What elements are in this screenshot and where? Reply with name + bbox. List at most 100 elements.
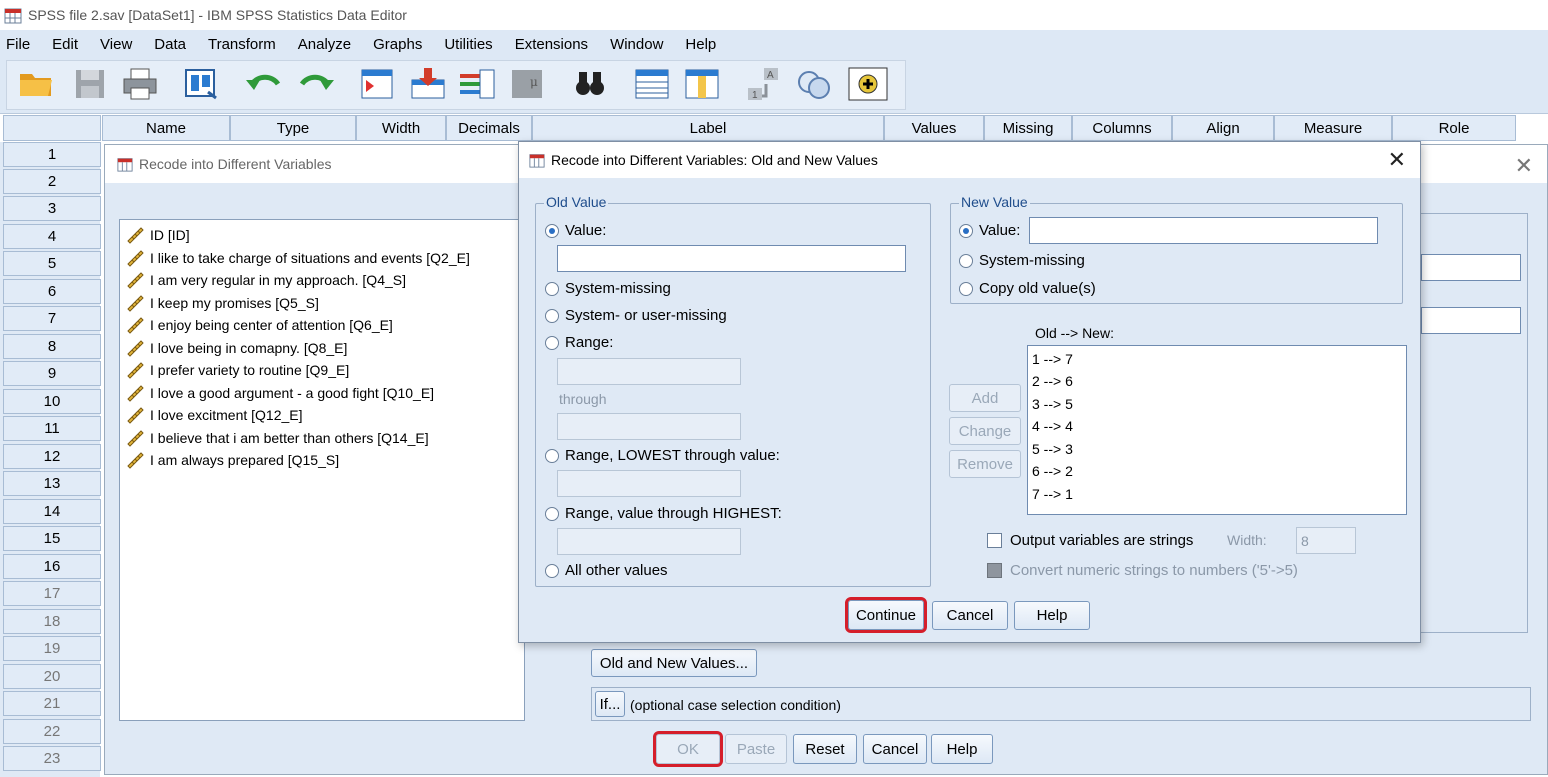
insert-variable-icon[interactable]	[682, 66, 722, 102]
old-new-mapping-list[interactable]: 1 --> 7 2 --> 6 3 --> 5 4 --> 4 5 --> 3 …	[1027, 345, 1407, 515]
menu-help[interactable]: Help	[674, 36, 727, 53]
row-header[interactable]: 22	[3, 719, 101, 744]
column-header-columns[interactable]: Columns	[1072, 115, 1172, 141]
value-labels-icon[interactable]	[794, 66, 834, 102]
column-header-decimals[interactable]: Decimals	[446, 115, 532, 141]
insert-cases-icon[interactable]	[632, 66, 672, 102]
row-header[interactable]: 8	[3, 334, 101, 359]
output-name-input[interactable]	[1421, 254, 1521, 281]
list-item[interactable]: 3 --> 5	[1032, 396, 1073, 412]
row-header[interactable]: 15	[3, 526, 101, 551]
help-button[interactable]: Help	[1014, 601, 1090, 630]
range-highest-input[interactable]	[557, 528, 741, 555]
row-header[interactable]: 23	[3, 746, 101, 771]
menu-view[interactable]: View	[89, 36, 143, 53]
list-item[interactable]: I love being in comapny. [Q8_E]	[126, 337, 347, 359]
row-header[interactable]: 12	[3, 444, 101, 469]
column-header-align[interactable]: Align	[1172, 115, 1274, 141]
find-icon[interactable]	[570, 66, 610, 102]
column-header-values[interactable]: Values	[884, 115, 984, 141]
list-item[interactable]: I like to take charge of situations and …	[126, 247, 470, 269]
list-item[interactable]: 1 --> 7	[1032, 351, 1073, 367]
row-header[interactable]: 14	[3, 499, 101, 524]
convert-numeric-checkbox[interactable]: Convert numeric strings to numbers ('5'-…	[987, 562, 1298, 579]
old-value-input[interactable]	[557, 245, 906, 272]
row-header[interactable]: 16	[3, 554, 101, 579]
list-item[interactable]: I am always prepared [Q15_S]	[126, 449, 339, 471]
close-icon[interactable]: ✕	[1515, 153, 1533, 179]
range-to-input[interactable]	[557, 413, 741, 440]
row-header[interactable]: 6	[3, 279, 101, 304]
column-header-width[interactable]: Width	[356, 115, 446, 141]
row-header[interactable]: 3	[3, 196, 101, 221]
range-lowest-input[interactable]	[557, 470, 741, 497]
ok-button[interactable]: OK	[653, 731, 723, 767]
row-header[interactable]: 19	[3, 636, 101, 661]
new-value-input[interactable]	[1029, 217, 1378, 244]
row-header[interactable]: 20	[3, 664, 101, 689]
close-icon[interactable]: ✕	[1388, 147, 1406, 173]
help-button[interactable]: Help	[931, 734, 993, 764]
menu-file[interactable]: File	[0, 36, 41, 53]
cancel-button[interactable]: Cancel	[863, 734, 927, 764]
change-button[interactable]: Change	[949, 417, 1021, 445]
continue-button[interactable]: Continue	[845, 597, 927, 633]
run-descriptives-icon[interactable]: μ	[508, 66, 548, 102]
range-from-input[interactable]	[557, 358, 741, 385]
redo-icon[interactable]	[296, 66, 336, 102]
reset-button[interactable]: Reset	[793, 734, 857, 764]
print-icon[interactable]	[120, 66, 160, 102]
list-item[interactable]: I believe that i am better than others […	[126, 427, 429, 449]
row-header[interactable]: 13	[3, 471, 101, 496]
variable-source-list[interactable]: ID [ID] I like to take charge of situati…	[119, 219, 525, 721]
column-header-label[interactable]: Label	[532, 115, 884, 141]
list-item[interactable]: ID [ID]	[126, 224, 190, 246]
dialog-recall-icon[interactable]	[182, 66, 222, 102]
row-header[interactable]: 17	[3, 581, 101, 606]
new-value-radio[interactable]: Value:	[959, 222, 1020, 239]
column-header-type[interactable]: Type	[230, 115, 356, 141]
list-item[interactable]: I love excitment [Q12_E]	[126, 404, 303, 426]
menu-transform[interactable]: Transform	[197, 36, 287, 53]
list-item[interactable]: I enjoy being center of attention [Q6_E]	[126, 314, 393, 336]
menu-utilities[interactable]: Utilities	[433, 36, 503, 53]
list-item[interactable]: I prefer variety to routine [Q9_E]	[126, 359, 349, 381]
new-system-missing-radio[interactable]: System-missing	[959, 252, 1085, 269]
row-header[interactable]: 5	[3, 251, 101, 276]
old-system-user-missing-radio[interactable]: System- or user-missing	[545, 307, 727, 324]
column-header-role[interactable]: Role	[1392, 115, 1516, 141]
list-item[interactable]: I am very regular in my approach. [Q4_S]	[126, 269, 406, 291]
row-header[interactable]: 10	[3, 389, 101, 414]
list-item[interactable]: 2 --> 6	[1032, 373, 1073, 389]
use-sets-icon[interactable]	[848, 66, 888, 102]
menu-graphs[interactable]: Graphs	[362, 36, 433, 53]
goto-case-icon[interactable]	[358, 66, 398, 102]
list-item[interactable]: 7 --> 1	[1032, 486, 1073, 502]
output-label-input[interactable]	[1421, 307, 1521, 334]
row-header[interactable]: 18	[3, 609, 101, 634]
menu-data[interactable]: Data	[143, 36, 197, 53]
width-input[interactable]: 8	[1296, 527, 1356, 554]
cancel-button[interactable]: Cancel	[932, 601, 1008, 630]
undo-icon[interactable]	[244, 66, 284, 102]
range-highest-radio[interactable]: Range, value through HIGHEST:	[545, 505, 782, 522]
row-header[interactable]: 1	[3, 142, 101, 167]
list-item[interactable]: 4 --> 4	[1032, 418, 1073, 434]
old-new-values-button[interactable]: Old and New Values...	[591, 649, 757, 677]
goto-variable-icon[interactable]	[408, 66, 448, 102]
remove-button[interactable]: Remove	[949, 450, 1021, 478]
list-item[interactable]: I keep my promises [Q5_S]	[126, 292, 319, 314]
old-system-missing-radio[interactable]: System-missing	[545, 280, 671, 297]
row-header[interactable]: 11	[3, 416, 101, 441]
all-other-values-radio[interactable]: All other values	[545, 562, 668, 579]
list-item[interactable]: 5 --> 3	[1032, 441, 1073, 457]
variables-icon[interactable]	[458, 66, 498, 102]
menu-edit[interactable]: Edit	[41, 36, 89, 53]
old-range-radio[interactable]: Range:	[545, 334, 613, 351]
list-item[interactable]: 6 --> 2	[1032, 463, 1073, 479]
range-lowest-radio[interactable]: Range, LOWEST through value:	[545, 447, 780, 464]
column-header-name[interactable]: Name	[102, 115, 230, 141]
menu-window[interactable]: Window	[599, 36, 674, 53]
save-icon[interactable]	[70, 66, 110, 102]
copy-old-value-radio[interactable]: Copy old value(s)	[959, 280, 1096, 297]
